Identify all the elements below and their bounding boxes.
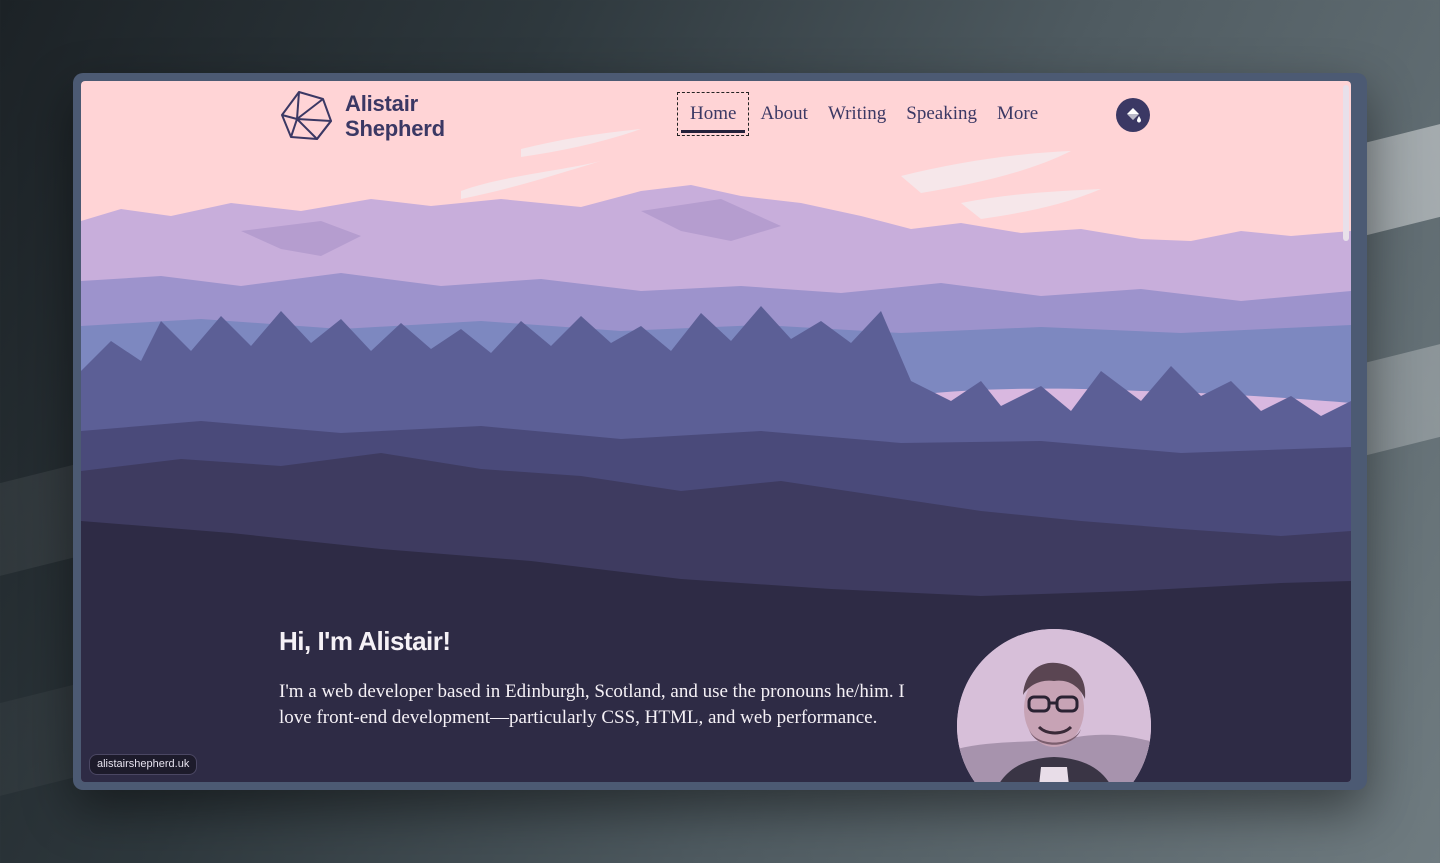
paint-bucket-icon [1127,108,1141,123]
hero-bio: I'm a web developer based in Edinburgh, … [279,681,905,728]
browser-window: Alistair Shepherd Home About Writing Spe… [73,73,1367,790]
nav-more[interactable]: More [987,91,1048,137]
polyhedron-logo-icon [281,91,332,140]
intro-section: Hi, I'm Alistair! I'm a web developer ba… [279,626,919,731]
hero-heading: Hi, I'm Alistair! [279,626,451,656]
site-name-line2: Shepherd [345,116,445,141]
site-name: Alistair Shepherd [345,91,445,141]
theme-switcher-button[interactable] [1116,98,1150,132]
scrollbar-thumb[interactable] [1343,85,1349,241]
page-viewport[interactable]: Alistair Shepherd Home About Writing Spe… [81,81,1351,782]
nav-about[interactable]: About [750,91,818,137]
nav-writing[interactable]: Writing [818,91,896,137]
site-logo[interactable]: Alistair Shepherd [279,89,445,143]
nav-home[interactable]: Home [676,91,750,137]
site-name-line1: Alistair [345,91,418,116]
main-nav: Home About Writing Speaking More [676,91,1048,137]
link-preview-url: alistairshepherd.uk [89,754,198,775]
scrollbar[interactable] [1341,81,1351,782]
nav-speaking[interactable]: Speaking [896,91,987,137]
